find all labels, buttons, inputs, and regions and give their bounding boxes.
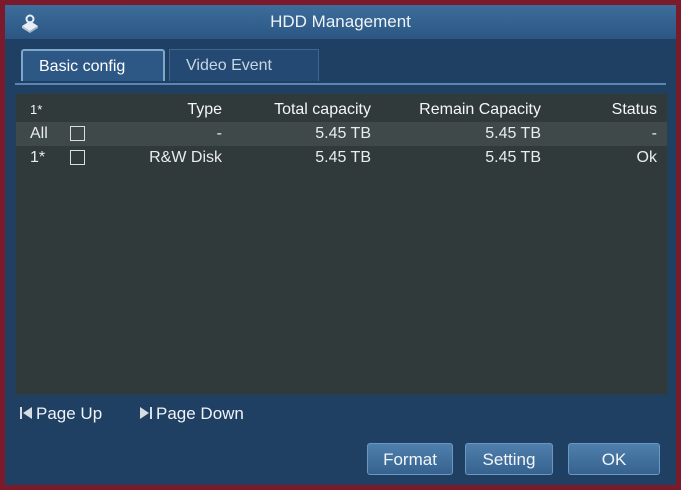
- row-checkbox[interactable]: [70, 150, 85, 165]
- header-total-capacity[interactable]: Total capacity: [274, 98, 371, 122]
- disk-table: 1* Type Total capacity Remain Capacity S…: [15, 93, 668, 395]
- header-remain-capacity[interactable]: Remain Capacity: [419, 98, 541, 122]
- header-type[interactable]: Type: [187, 98, 222, 122]
- row-total-capacity: 5.45 TB: [315, 149, 371, 166]
- row-remain-capacity: 5.45 TB: [485, 149, 541, 166]
- row-total-capacity: 5.45 TB: [315, 125, 371, 142]
- row-checkbox[interactable]: [70, 126, 85, 141]
- title-bar: HDD Management: [5, 5, 676, 39]
- page-down-label: Page Down: [156, 404, 244, 423]
- header-status[interactable]: Status: [612, 98, 657, 122]
- skip-forward-icon: [139, 402, 153, 428]
- page-up-button[interactable]: Page Up: [19, 401, 102, 428]
- row-id: 1*: [30, 149, 46, 166]
- hdd-settings-icon: [19, 12, 41, 33]
- hdd-management-window: HDD Management Basic config Video Event …: [5, 5, 676, 485]
- window-title: HDD Management: [270, 12, 411, 31]
- table-header: 1* Type Total capacity Remain Capacity S…: [16, 98, 667, 122]
- page-up-label: Page Up: [36, 404, 103, 423]
- row-type: -: [216, 125, 222, 142]
- tab-bar: Basic config Video Event: [15, 49, 666, 85]
- ok-button[interactable]: OK: [568, 443, 660, 475]
- setting-button[interactable]: Setting: [465, 443, 553, 475]
- row-remain-capacity: 5.45 TB: [485, 125, 541, 142]
- row-id: All: [30, 125, 48, 142]
- skip-back-icon: [19, 402, 33, 428]
- tab-video-event[interactable]: Video Event: [169, 49, 319, 81]
- page-down-button[interactable]: Page Down: [139, 401, 244, 428]
- header-id: 1*: [30, 102, 43, 117]
- table-row[interactable]: 1* R&W Disk 5.45 TB 5.45 TB Ok: [16, 146, 667, 170]
- row-status: -: [651, 125, 657, 142]
- table-row[interactable]: All - 5.45 TB 5.45 TB -: [16, 122, 667, 146]
- format-button[interactable]: Format: [367, 443, 453, 475]
- row-type: R&W Disk: [149, 149, 222, 166]
- tab-basic-config[interactable]: Basic config: [21, 49, 165, 81]
- row-status: Ok: [636, 149, 657, 166]
